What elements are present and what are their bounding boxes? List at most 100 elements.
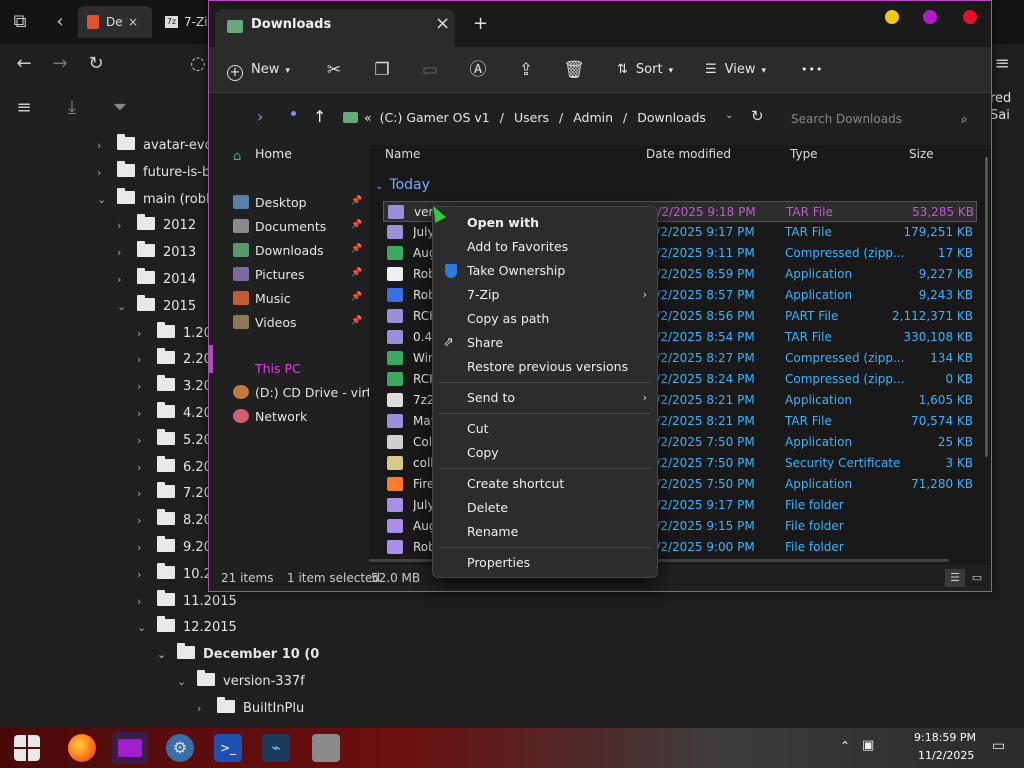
column-header-name[interactable]: Name bbox=[385, 147, 420, 161]
red-dot-icon[interactable] bbox=[963, 10, 977, 24]
tree-expand-icon[interactable]: › bbox=[97, 132, 101, 159]
pin-icon[interactable]: 📌 bbox=[351, 220, 362, 230]
reload-icon[interactable]: ↻ bbox=[84, 52, 108, 76]
breadcrumb-item[interactable]: Downloads bbox=[637, 110, 706, 125]
column-header-type[interactable]: Type bbox=[790, 147, 818, 161]
nav-quick-videos[interactable]: Videos bbox=[233, 311, 297, 335]
search-box[interactable]: Search Downloads ⌕ bbox=[783, 107, 979, 131]
settings-icon[interactable]: ⚙ bbox=[166, 734, 194, 762]
network-tray-icon[interactable]: ▣ bbox=[862, 738, 874, 753]
installer-icon[interactable] bbox=[312, 734, 340, 762]
pin-icon[interactable]: 📌 bbox=[351, 244, 362, 254]
nav-home[interactable]: ⌂ Home bbox=[233, 142, 292, 166]
vertical-scrollbar[interactable] bbox=[985, 157, 988, 457]
menu-item-copy-as-path[interactable]: Copy as path bbox=[433, 307, 657, 331]
tree-item[interactable]: ⌄ version-337f bbox=[177, 668, 305, 695]
download-icon[interactable]: ⤓ bbox=[60, 96, 84, 120]
forward-icon[interactable]: → bbox=[48, 52, 72, 76]
tree-item[interactable]: › 4.20 bbox=[137, 400, 212, 427]
tree-item[interactable]: › 8.20 bbox=[137, 507, 212, 534]
address-overflow[interactable]: « bbox=[364, 110, 372, 125]
nav-quick-documents[interactable]: Documents bbox=[233, 215, 326, 239]
pin-icon[interactable]: 📌 bbox=[351, 292, 362, 302]
tree-expand-icon[interactable]: ⌄ bbox=[97, 186, 106, 213]
cut-icon[interactable]: ✂ bbox=[323, 59, 345, 81]
menu-item-take-ownership[interactable]: Take Ownership bbox=[433, 259, 657, 283]
yellow-dot-icon[interactable] bbox=[885, 10, 899, 24]
file-explorer-taskbar-icon[interactable] bbox=[112, 732, 148, 764]
tree-item[interactable]: › 2012 bbox=[117, 212, 196, 239]
tree-expand-icon[interactable]: › bbox=[137, 561, 141, 588]
up-arrow-icon[interactable]: ↑ bbox=[313, 107, 326, 126]
tree-item[interactable]: › 9.20 bbox=[137, 534, 212, 561]
tab-overview-icon[interactable]: ⧉ bbox=[8, 10, 32, 34]
breadcrumb-item[interactable]: (C:) Gamer OS v1 bbox=[380, 110, 490, 125]
group-header-today[interactable]: ⌄ Today bbox=[375, 177, 430, 193]
clock-date[interactable]: 11/2/2025 bbox=[918, 749, 974, 762]
tree-expand-icon[interactable]: ⌄ bbox=[117, 293, 126, 320]
tree-expand-icon[interactable]: ⌄ bbox=[137, 614, 146, 641]
nav-quick-downloads[interactable]: Downloads bbox=[233, 239, 324, 263]
tree-item[interactable]: › 2014 bbox=[117, 266, 196, 293]
menu-icon[interactable]: ≡ bbox=[990, 52, 1014, 76]
tree-expand-icon[interactable]: › bbox=[117, 212, 121, 239]
share-icon[interactable]: ⇪ bbox=[515, 59, 537, 81]
tiles-view-icon[interactable]: ▭ bbox=[969, 569, 985, 587]
menu-item-properties[interactable]: Properties bbox=[433, 551, 657, 575]
nav-cd-drive[interactable]: (D:) CD Drive - virtio- bbox=[233, 381, 387, 405]
view-button[interactable]: ☰ View ▾ bbox=[705, 47, 766, 93]
explorer-tab-close-icon[interactable]: × bbox=[435, 13, 450, 34]
tree-expand-icon[interactable]: › bbox=[137, 427, 141, 454]
menu-item-create-shortcut[interactable]: Create shortcut bbox=[433, 472, 657, 496]
rename-icon[interactable]: Ⓐ bbox=[467, 59, 489, 81]
tree-item[interactable]: ⌄ 12.2015 bbox=[137, 614, 237, 641]
nav-quick-music[interactable]: Music bbox=[233, 287, 291, 311]
nav-this-pc[interactable]: This PC bbox=[233, 357, 301, 381]
tree-expand-icon[interactable]: › bbox=[137, 400, 141, 427]
nav-quick-pictures[interactable]: Pictures bbox=[233, 263, 305, 287]
start-button-icon[interactable] bbox=[14, 735, 40, 761]
menu-item-cut[interactable]: Cut bbox=[433, 417, 657, 441]
tree-expand-icon[interactable]: › bbox=[197, 695, 201, 722]
menu-item-open-with[interactable]: Open with bbox=[433, 211, 657, 235]
tab-scroll-left-icon[interactable]: ‹ bbox=[48, 10, 72, 34]
menu-item-delete[interactable]: Delete bbox=[433, 496, 657, 520]
sort-button[interactable]: ⇅ Sort ▾ bbox=[617, 47, 673, 93]
menu-item-rename[interactable]: Rename bbox=[433, 520, 657, 544]
refresh-icon[interactable]: ↻ bbox=[751, 107, 764, 125]
details-view-icon[interactable]: ☰ bbox=[945, 569, 965, 587]
menu-item-add-to-favorites[interactable]: Add to Favorites bbox=[433, 235, 657, 259]
copy-icon[interactable]: ❐ bbox=[371, 59, 393, 81]
pin-icon[interactable]: 📌 bbox=[351, 196, 362, 206]
expand-nav-icon[interactable]: › bbox=[257, 107, 263, 126]
task-manager-icon[interactable]: ⌁ bbox=[262, 734, 290, 762]
tree-expand-icon[interactable]: › bbox=[137, 534, 141, 561]
tree-item[interactable]: › 3.20 bbox=[137, 373, 212, 400]
tree-expand-icon[interactable]: › bbox=[137, 588, 141, 615]
menu-item-7-zip[interactable]: 7-Zip › bbox=[433, 283, 657, 307]
notification-icon[interactable]: ▭ bbox=[992, 738, 1005, 754]
new-tab-icon[interactable]: + bbox=[473, 13, 488, 34]
menu-item-copy[interactable]: Copy bbox=[433, 441, 657, 465]
firefox-icon[interactable] bbox=[68, 734, 96, 762]
tree-item[interactable]: › 2013 bbox=[117, 239, 196, 266]
nav-quick-desktop[interactable]: Desktop bbox=[233, 191, 307, 215]
address-history-icon[interactable]: ⌄ bbox=[725, 110, 733, 121]
browser-tab-1[interactable]: De × bbox=[78, 6, 152, 38]
menu-item-send-to[interactable]: Send to › bbox=[433, 386, 657, 410]
tree-expand-icon[interactable]: › bbox=[137, 346, 141, 373]
column-header-size[interactable]: Size bbox=[909, 147, 934, 161]
tree-item[interactable]: › avatar-evol bbox=[97, 132, 216, 159]
clock-time[interactable]: 9:18:59 PM bbox=[914, 731, 976, 744]
tree-expand-icon[interactable]: › bbox=[97, 159, 101, 186]
tree-expand-icon[interactable]: ⌄ bbox=[177, 668, 186, 695]
tree-item[interactable]: ⌄ main (roblo bbox=[97, 186, 218, 213]
filter-icon[interactable]: ⏷ bbox=[108, 96, 132, 120]
tree-item[interactable]: › 6.20 bbox=[137, 454, 212, 481]
breadcrumb-item[interactable]: Users bbox=[514, 110, 549, 125]
back-icon[interactable]: ← bbox=[12, 52, 36, 76]
browser-tab-2[interactable]: 7z 7-Zi bbox=[156, 6, 208, 38]
tree-item[interactable]: › BuiltInPlu bbox=[197, 695, 304, 722]
tree-item[interactable]: › 7.20 bbox=[137, 480, 212, 507]
powershell-icon[interactable]: >_ bbox=[214, 734, 242, 762]
